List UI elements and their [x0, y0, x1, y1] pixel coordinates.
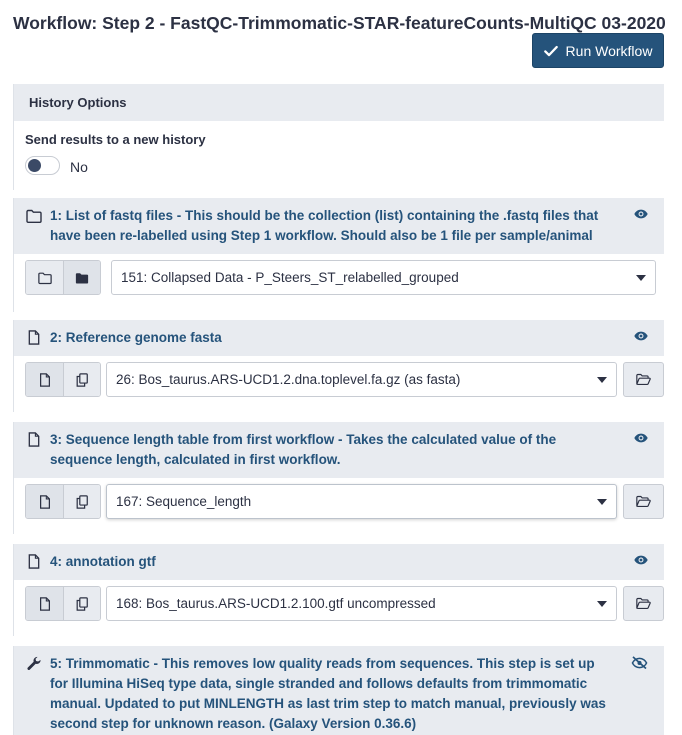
step-2-browse-button[interactable]: [623, 362, 664, 397]
step-1-select[interactable]: 151: Collapsed Data - P_Steers_ST_relabe…: [111, 260, 656, 295]
eye-icon[interactable]: [634, 209, 648, 219]
copy-icon: [75, 597, 89, 611]
history-options-header[interactable]: History Options: [14, 84, 664, 121]
step-4-browse-button[interactable]: [623, 586, 664, 621]
file-icon: [38, 373, 52, 387]
folder-icon: [38, 271, 52, 285]
run-workflow-button[interactable]: Run Workflow: [532, 33, 664, 68]
step-5-card: 5: Trimmomatic - This removes low qualit…: [13, 646, 664, 735]
step-3-header[interactable]: 3: Sequence length table from first work…: [14, 422, 664, 478]
step-3-select-value: 167: Sequence_length: [116, 494, 252, 509]
file-icon: [26, 330, 42, 345]
step-3-card: 3: Sequence length table from first work…: [13, 422, 664, 534]
step-3-browse-button[interactable]: [623, 484, 664, 519]
multiple-files-button[interactable]: [63, 587, 100, 620]
file-icon: [38, 495, 52, 509]
step-2-select[interactable]: 26: Bos_taurus.ARS-UCD1.2.dna.toplevel.f…: [106, 362, 617, 397]
eye-icon[interactable]: [634, 433, 648, 443]
copy-icon: [75, 495, 89, 509]
step-4-header[interactable]: 4: annotation gtf: [14, 544, 664, 580]
single-file-button[interactable]: [26, 363, 63, 396]
copy-icon: [75, 373, 89, 387]
step-2-input-mode-group: [25, 362, 101, 397]
folder-button[interactable]: [26, 261, 63, 294]
single-file-button[interactable]: [26, 485, 63, 518]
step-3-title: 3: Sequence length table from first work…: [50, 432, 557, 467]
multiple-files-button[interactable]: [63, 485, 100, 518]
run-workflow-label: Run Workflow: [565, 42, 653, 59]
step-4-select-value: 168: Bos_taurus.ARS-UCD1.2.100.gtf uncom…: [116, 596, 436, 611]
step-4-input-mode-group: [25, 586, 101, 621]
step-4-card: 4: annotation gtf 168: Bos_taurus.ARS-UC…: [13, 544, 664, 636]
file-icon: [38, 597, 52, 611]
step-1-card: 1: List of fastq files - This should be …: [13, 198, 664, 312]
folder-solid-button[interactable]: [63, 261, 100, 294]
step-1-input-mode-group: [25, 260, 101, 295]
folder-open-icon: [636, 373, 651, 386]
check-icon: [544, 44, 558, 58]
single-file-button[interactable]: [26, 587, 63, 620]
chevron-down-icon: [597, 601, 607, 607]
step-2-title: 2: Reference genome fasta: [50, 330, 222, 345]
file-icon: [26, 432, 42, 447]
eye-icon[interactable]: [634, 555, 648, 565]
step-4-title: 4: annotation gtf: [50, 554, 156, 569]
step-2-header[interactable]: 2: Reference genome fasta: [14, 320, 664, 356]
new-history-toggle-value: No: [70, 159, 88, 175]
folder-solid-icon: [75, 271, 89, 285]
step-5-title: 5: Trimmomatic - This removes low qualit…: [50, 656, 606, 731]
toggle-knob: [28, 159, 41, 172]
step-4-select[interactable]: 168: Bos_taurus.ARS-UCD1.2.100.gtf uncom…: [106, 586, 617, 621]
step-1-header[interactable]: 1: List of fastq files - This should be …: [14, 198, 664, 254]
send-results-label: Send results to a new history: [25, 132, 206, 147]
step-3-input-mode-group: [25, 484, 101, 519]
page-title: Workflow: Step 2 - FastQC-Trimmomatic-ST…: [13, 13, 666, 33]
folder-open-icon: [636, 597, 651, 610]
file-icon: [26, 554, 42, 569]
step-2-select-value: 26: Bos_taurus.ARS-UCD1.2.dna.toplevel.f…: [116, 372, 461, 387]
wrench-icon: [26, 656, 42, 671]
history-options-card: History Options Send results to a new hi…: [13, 84, 664, 190]
history-options-title: History Options: [29, 95, 127, 110]
eye-icon[interactable]: [634, 331, 648, 341]
step-1-select-value: 151: Collapsed Data - P_Steers_ST_relabe…: [121, 270, 459, 285]
multiple-files-button[interactable]: [63, 363, 100, 396]
step-3-select[interactable]: 167: Sequence_length: [106, 484, 617, 519]
folder-open-icon: [636, 495, 651, 508]
chevron-down-icon: [597, 499, 607, 505]
step-1-title: 1: List of fastq files - This should be …: [50, 208, 599, 243]
step-2-card: 2: Reference genome fasta 26: Bos_taurus…: [13, 320, 664, 412]
folder-icon: [26, 209, 42, 223]
eye-slash-icon[interactable]: [631, 656, 648, 669]
chevron-down-icon: [636, 275, 646, 281]
step-5-header[interactable]: 5: Trimmomatic - This removes low qualit…: [14, 646, 664, 735]
chevron-down-icon: [597, 377, 607, 383]
new-history-toggle[interactable]: [25, 156, 60, 175]
